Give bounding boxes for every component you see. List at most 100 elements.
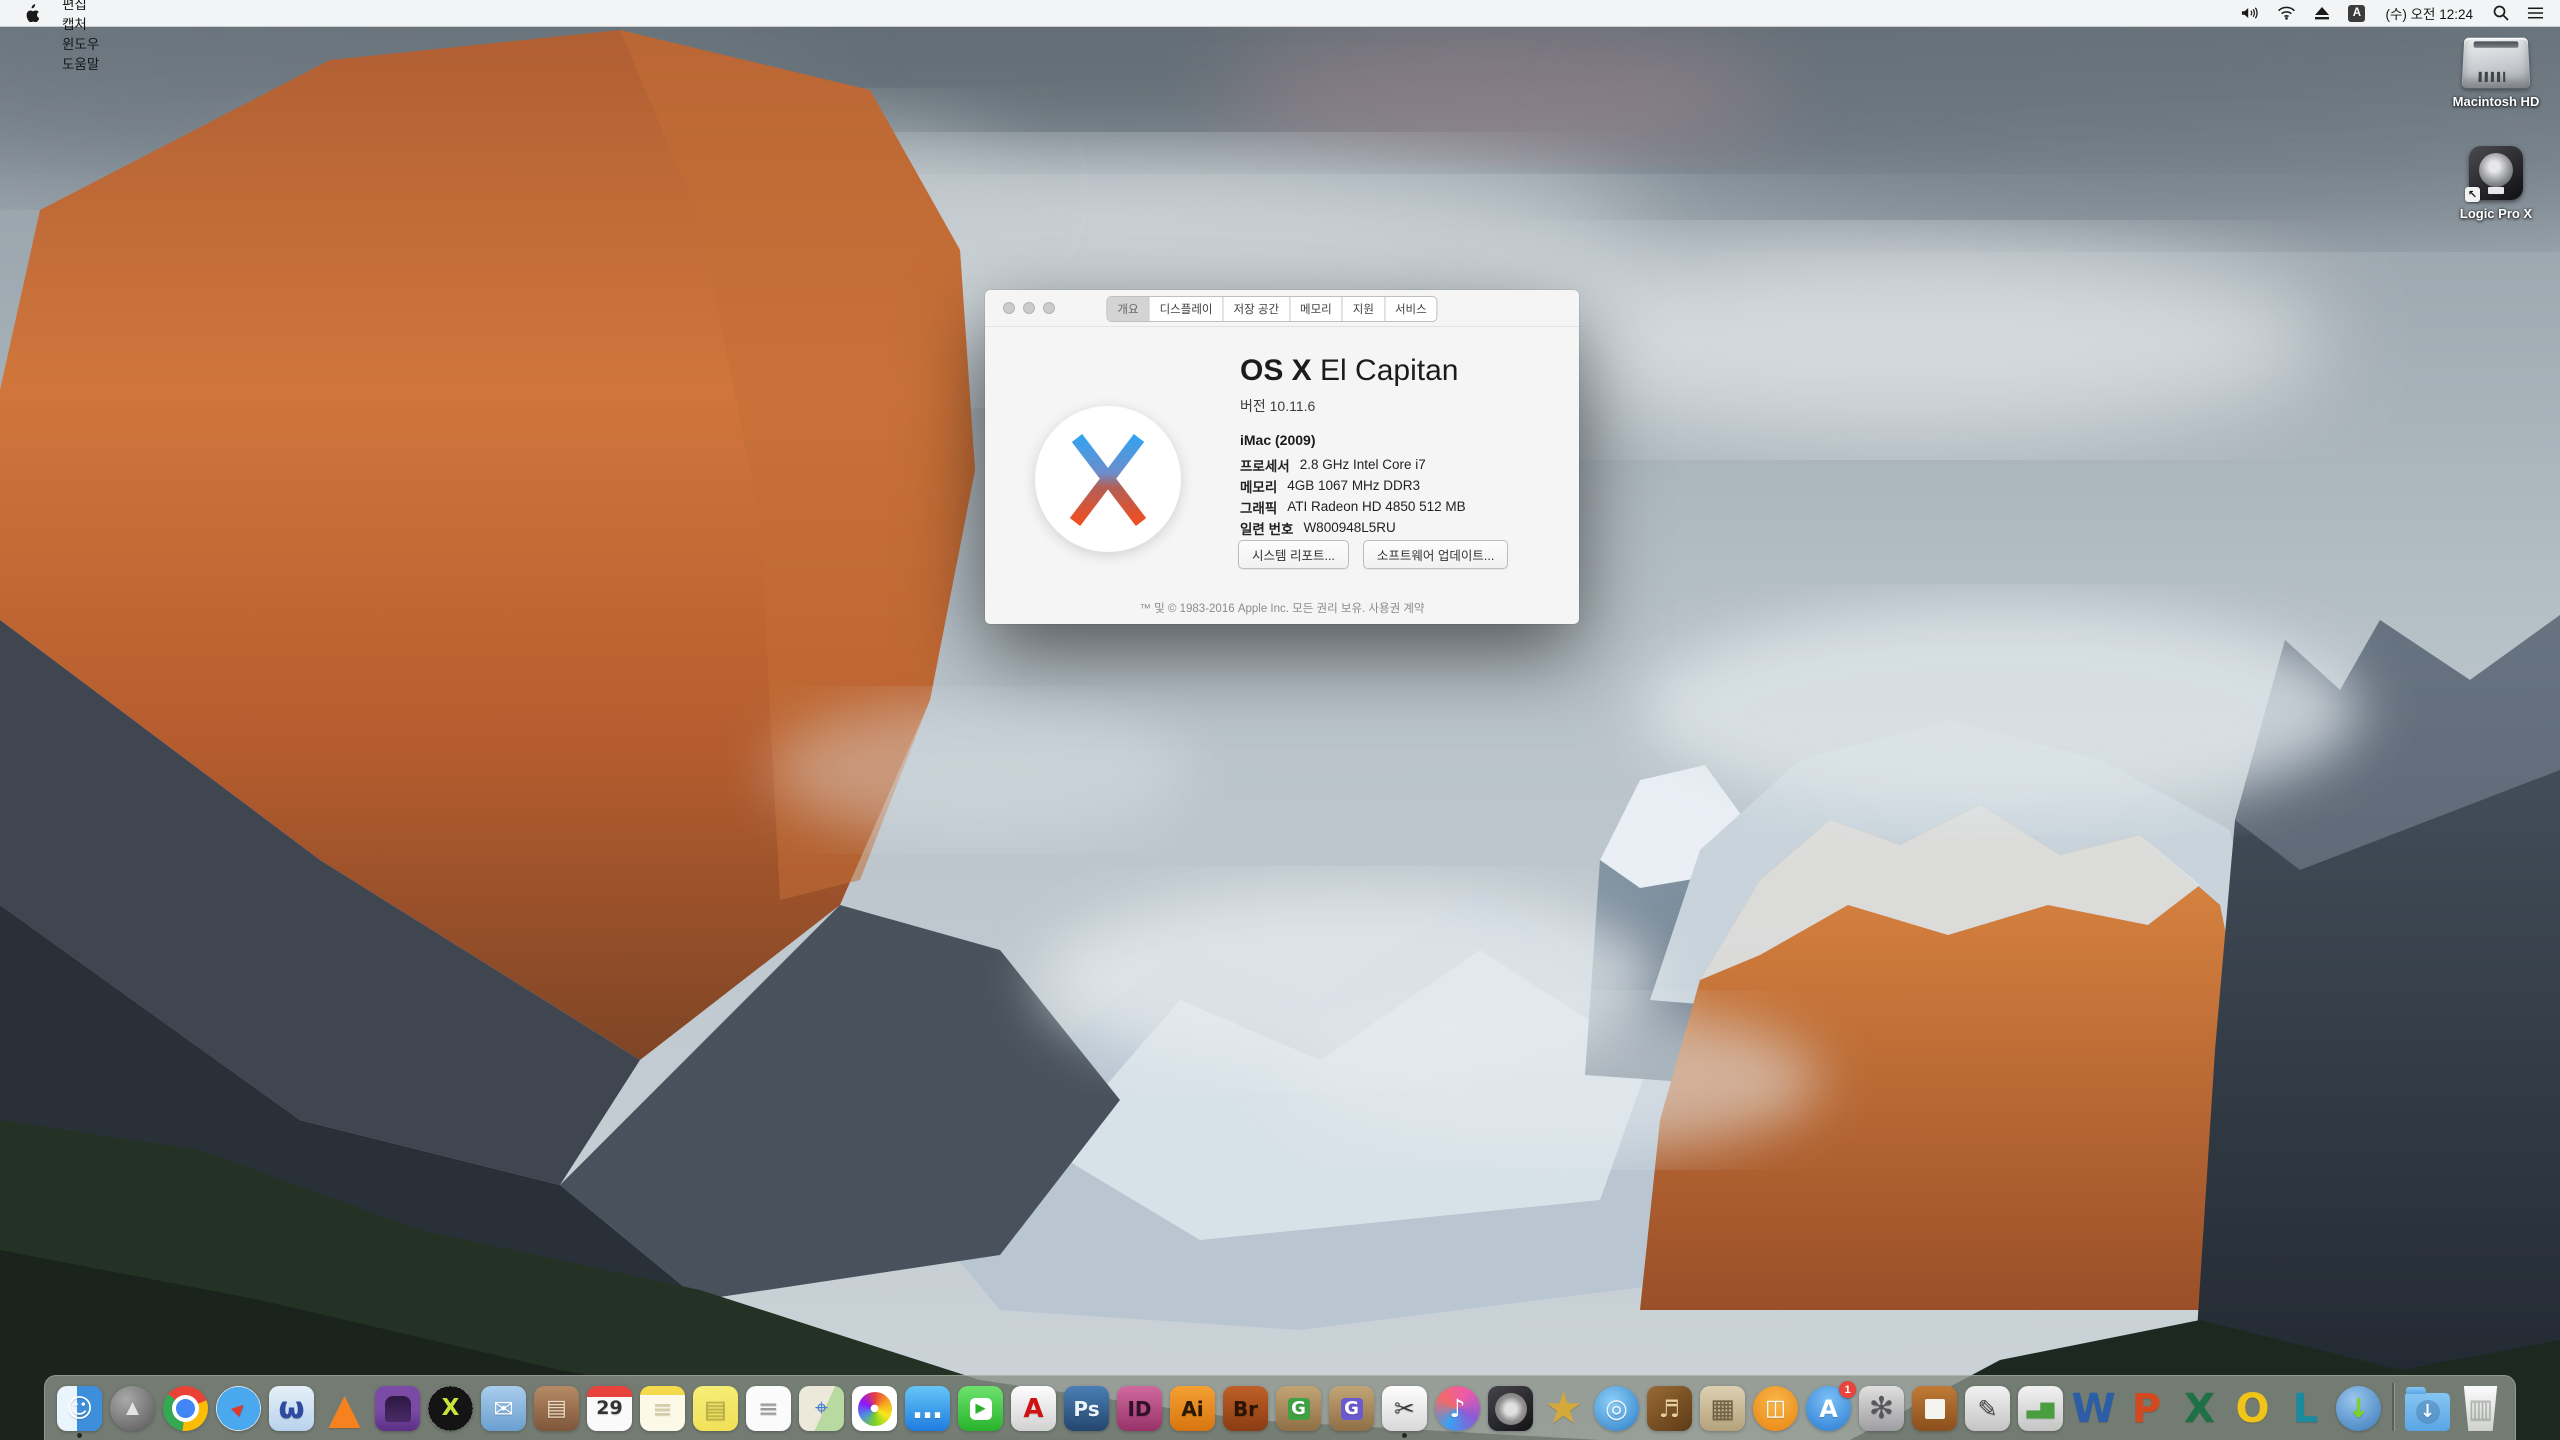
trash-icon[interactable]: ▥ [2458,1386,2503,1431]
traffic-lights [1003,302,1055,314]
messages-icon[interactable]: … [905,1386,950,1431]
trash-icon-glyph: ▥ [2468,1393,2493,1424]
input-source-menu[interactable]: A [2342,0,2371,26]
tab-2[interactable]: 저장 공간 [1222,297,1290,321]
reminders-icon[interactable]: ≡ [746,1386,791,1431]
vlc-icon[interactable]: ▲ [322,1386,367,1431]
tab-1[interactable]: 디스플레이 [1148,297,1223,321]
finder-icon-glyph: ☺ [65,1393,94,1424]
logic-pro-icon[interactable] [1488,1386,1533,1431]
tab-0[interactable]: 개요 [1107,297,1149,321]
tab-4[interactable]: 지원 [1341,297,1384,321]
finder-icon[interactable]: ☺ [57,1386,102,1438]
acrobat-reader-icon-glyph: A [1023,1393,1044,1424]
launchpad-icon[interactable]: ▲ [110,1386,155,1431]
stickies-icon[interactable]: ▤ [693,1386,738,1431]
about-buttons: 시스템 리포트... 소프트웨어 업데이트... [1238,540,1509,569]
spotlight-icon[interactable] [2487,0,2515,26]
spec-value: 4GB 1067 MHz DDR3 [1287,478,1421,493]
volume-icon[interactable] [2235,0,2265,26]
stuffit-expander-icon[interactable]: G [1276,1386,1321,1431]
desktop-icon-macintosh-hd[interactable]: Macintosh HD [2436,36,2556,109]
ibooks-icon[interactable]: ◫ [1753,1386,1798,1431]
webhard-icon[interactable]: ω [269,1386,314,1431]
chrome-icon[interactable] [163,1386,208,1431]
menu-item-4[interactable]: 윈도우 [51,33,126,53]
tab-3[interactable]: 메모리 [1289,297,1342,321]
running-indicator [77,1433,82,1438]
sitesucker-downloader-icon[interactable]: ↓ [2336,1386,2381,1431]
idvd-icon[interactable]: ◎ [1594,1386,1639,1431]
menu-item-5[interactable]: 도움말 [51,53,126,73]
dropstuff-icon[interactable]: G [1329,1386,1374,1431]
grab-screen-capture-icon[interactable]: ✂ [1382,1386,1427,1438]
spec-value: W800948L5RU [1303,520,1396,535]
app-store-icon-glyph: A [1819,1394,1838,1423]
zoom-button[interactable] [1043,302,1055,314]
downloads-folder-icon[interactable]: ↓ [2405,1386,2450,1431]
minimize-button[interactable] [1023,302,1035,314]
numbers-icon[interactable]: ▃▆ [2018,1386,2063,1431]
menu-item-2[interactable]: 편집 [51,0,126,13]
acrobat-reader-icon[interactable]: A [1011,1386,1056,1431]
garageband-icon[interactable]: ♬ [1647,1386,1692,1431]
garageband-icon-glyph: ♬ [1658,1394,1681,1423]
mail-icon[interactable]: ✉ [481,1386,526,1431]
app-store-icon[interactable]: A1 [1806,1381,1856,1431]
close-button[interactable] [1003,302,1015,314]
desktop-icon-logic-pro-x[interactable]: ↖ Logic Pro X [2436,146,2556,221]
os-title-strong: OS X [1240,354,1312,387]
wifi-icon[interactable] [2271,0,2302,26]
toast-icon[interactable] [375,1386,420,1431]
imovie-icon[interactable]: ★ [1541,1386,1586,1431]
notification-center-icon[interactable] [2521,0,2550,26]
software-update-button[interactable]: 소프트웨어 업데이트... [1362,540,1509,569]
keynote-icon[interactable] [1912,1386,1957,1431]
ms-excel-icon[interactable]: X [2177,1386,2222,1431]
notes-icon[interactable]: ≡ [640,1386,685,1431]
photoshop-icon[interactable]: Ps [1064,1386,1109,1431]
ms-powerpoint-icon[interactable]: P [2124,1386,2169,1431]
tab-5[interactable]: 서비스 [1383,297,1437,321]
iweb-icon[interactable]: ▦ [1700,1386,1745,1431]
illustrator-icon[interactable]: Ai [1170,1386,1215,1431]
dropstuff-icon-glyph: G [1344,1397,1359,1419]
facetime-icon[interactable]: ▶ [958,1386,1003,1431]
desktop-icon-label: Macintosh HD [2452,94,2540,109]
calendar-icon[interactable]: 29 [587,1386,632,1431]
itunes-icon[interactable]: ♪ [1435,1386,1480,1431]
reminders-icon-glyph: ≡ [758,1394,779,1423]
logic-pro-alias-icon: ↖ [2465,146,2523,202]
indesign-icon-glyph: ID [1127,1396,1152,1421]
contacts-icon[interactable]: ▤ [534,1386,579,1431]
xtorrent-icon[interactable]: X [428,1386,473,1431]
spec-row-0: 프로세서 2.8 GHz Intel Core i7 [1240,454,1466,475]
eject-icon[interactable] [2308,0,2336,26]
mail-icon-glyph: ✉ [493,1394,514,1423]
photos-icon-glyph: ● [870,1402,879,1414]
ms-lync-icon[interactable]: L [2283,1386,2328,1431]
menu-clock[interactable]: (수) 오전 12:24 [2377,3,2481,23]
calendar-icon-glyph: 29 [596,1397,623,1419]
pages-icon[interactable]: ✎ [1965,1386,2010,1431]
chrome-icon-inner [172,1395,199,1422]
photos-icon[interactable]: ● [852,1386,897,1431]
window-titlebar[interactable]: 개요 디스플레이 저장 공간 메모리 지원 서비스 [985,290,1579,327]
menu-item-3[interactable]: 캡처 [51,13,126,33]
spec-value: ATI Radeon HD 4850 512 MB [1287,499,1466,514]
apple-menu[interactable] [12,0,51,26]
alias-arrow-badge: ↖ [2465,187,2480,202]
safari-icon[interactable]: ▶ [216,1386,261,1431]
system-preferences-icon[interactable]: ✻ [1859,1386,1904,1431]
bridge-icon[interactable]: Br [1223,1386,1268,1431]
ms-outlook-icon[interactable]: O [2230,1386,2275,1431]
maps-icon[interactable]: ⌖ [799,1386,844,1431]
ms-word-icon[interactable]: W [2071,1386,2116,1431]
ms-lync-icon-glyph: L [2292,1385,2319,1432]
stickies-icon-glyph: ▤ [704,1394,727,1423]
system-report-button[interactable]: 시스템 리포트... [1238,540,1349,569]
ms-excel-icon-glyph: X [2184,1385,2215,1432]
os-title: OS X El Capitan [1240,354,1458,388]
indesign-icon[interactable]: ID [1117,1386,1162,1431]
os-title-rest: El Capitan [1311,354,1459,387]
